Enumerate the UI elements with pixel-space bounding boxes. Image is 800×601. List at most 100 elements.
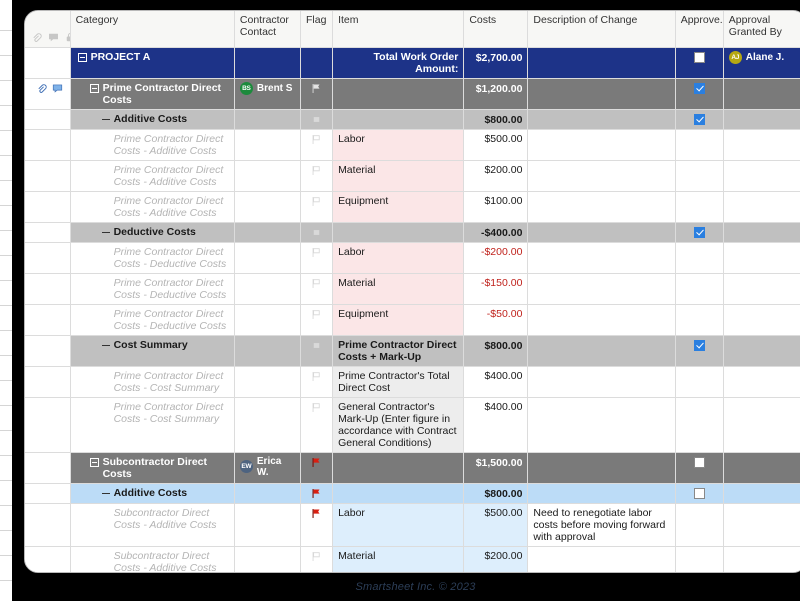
cell-description-of-change[interactable] [528,335,675,366]
flag-icon[interactable] [306,401,327,413]
cell-description-of-change[interactable] [528,109,675,129]
cell-contractor-contact[interactable] [234,397,300,452]
cell-approval-granted-by[interactable] [723,160,800,191]
cell-category[interactable]: Prime Contractor Direct Costs - Additive… [70,160,234,191]
cell-description-of-change[interactable] [528,160,675,191]
cell-category[interactable]: PROJECT A [70,47,234,78]
cell-costs[interactable]: $200.00 [464,160,528,191]
table-row[interactable]: Subcontractor Direct Costs - Additive Co… [25,503,800,546]
cell-costs[interactable]: $1,500.00 [464,452,528,483]
row-gutter-cell[interactable] [25,160,70,191]
cell-flag[interactable] [301,366,333,397]
cell-category[interactable]: Prime Contractor Direct Costs - Additive… [70,129,234,160]
cell-flag[interactable] [301,47,333,78]
cell-approval-granted-by[interactable] [723,366,800,397]
cell-costs[interactable]: $100.00 [464,191,528,222]
cell-flag[interactable] [301,503,333,546]
row-gutter-cell[interactable] [25,47,70,78]
row-gutter-cell[interactable] [25,109,70,129]
column-header-contractor-contact[interactable]: Contractor Contact [234,11,300,47]
attachment-icon[interactable] [31,32,42,43]
row-gutter-cell[interactable] [25,191,70,222]
cell-costs[interactable]: $400.00 [464,397,528,452]
table-row[interactable]: Subcontractor Direct Costs - Additive Co… [25,546,800,573]
flag-icon[interactable] [306,308,327,320]
cell-flag[interactable] [301,273,333,304]
table-row[interactable]: Prime Contractor Direct Costs - Cost Sum… [25,397,800,452]
cell-description-of-change[interactable] [528,546,675,573]
lock-icon[interactable] [65,32,70,43]
cell-description-of-change[interactable] [528,366,675,397]
cell-approved[interactable] [675,397,723,452]
table-row[interactable]: PROJECT ATotal Work Order Amount:$2,700.… [25,47,800,78]
flag-icon[interactable] [306,195,327,207]
cell-description-of-change[interactable] [528,304,675,335]
row-gutter-cell[interactable] [25,483,70,503]
cell-description-of-change[interactable]: Need to renegotiate labor costs before m… [528,503,675,546]
column-header-approval-granted-by[interactable]: Approval Granted By [723,11,800,47]
collapse-toggle-icon[interactable] [102,115,110,124]
cell-contractor-contact[interactable] [234,366,300,397]
cell-costs[interactable]: $200.00 [464,546,528,573]
row-gutter-cell[interactable] [25,242,70,273]
cell-approval-granted-by[interactable] [723,191,800,222]
row-gutter-cell[interactable] [25,397,70,452]
flag-icon[interactable] [306,550,327,562]
cell-contractor-contact[interactable] [234,242,300,273]
cell-contractor-contact[interactable] [234,160,300,191]
row-gutter-cell[interactable] [25,78,70,109]
cell-approved[interactable] [675,304,723,335]
cell-costs[interactable]: $1,200.00 [464,78,528,109]
cell-category[interactable]: Subcontractor Direct Costs - Additive Co… [70,546,234,573]
cell-item[interactable]: Total Work Order Amount: [333,47,464,78]
column-header-description[interactable]: Description of Change [528,11,675,47]
contact-chip[interactable]: EWErica W. [240,456,295,478]
cell-approval-granted-by[interactable] [723,397,800,452]
cell-approved[interactable] [675,191,723,222]
cell-item[interactable] [333,109,464,129]
cell-flag[interactable] [301,546,333,573]
cell-flag[interactable] [301,452,333,483]
flag-icon[interactable] [306,487,327,499]
cell-contractor-contact[interactable] [234,304,300,335]
cell-approval-granted-by[interactable] [723,129,800,160]
cell-contractor-contact[interactable] [234,483,300,503]
cell-description-of-change[interactable] [528,242,675,273]
row-gutter-cell[interactable] [25,129,70,160]
column-header-category[interactable]: Category [70,11,234,47]
cell-description-of-change[interactable] [528,47,675,78]
cell-contractor-contact[interactable] [234,335,300,366]
cell-approved[interactable] [675,546,723,573]
collapse-toggle-icon[interactable] [90,84,99,93]
cell-flag[interactable] [301,191,333,222]
cell-costs[interactable]: -$50.00 [464,304,528,335]
cell-item[interactable]: Prime Contractor Direct Costs + Mark-Up [333,335,464,366]
approved-checkbox[interactable] [694,227,705,238]
flag-icon[interactable] [306,339,327,351]
cell-costs[interactable]: $400.00 [464,366,528,397]
table-row[interactable]: Subcontractor Direct CostsEWErica W.$1,5… [25,452,800,483]
cell-flag[interactable] [301,222,333,242]
table-row[interactable]: Additive Costs$800.00 [25,483,800,503]
row-gutter-cell[interactable] [25,546,70,573]
cell-description-of-change[interactable] [528,129,675,160]
cell-contractor-contact[interactable]: EWErica W. [234,452,300,483]
flag-icon[interactable] [306,133,327,145]
cell-contractor-contact[interactable] [234,546,300,573]
cell-category[interactable]: Prime Contractor Direct Costs - Deductiv… [70,273,234,304]
cell-description-of-change[interactable] [528,397,675,452]
cell-item[interactable] [333,78,464,109]
cell-approval-granted-by[interactable] [723,109,800,129]
cell-approval-granted-by[interactable] [723,452,800,483]
flag-icon[interactable] [306,113,327,125]
cell-costs[interactable]: -$400.00 [464,222,528,242]
flag-icon[interactable] [306,277,327,289]
approved-checkbox[interactable] [694,114,705,125]
cell-approved[interactable] [675,109,723,129]
cell-approved[interactable] [675,483,723,503]
cell-category[interactable]: Additive Costs [70,109,234,129]
cell-flag[interactable] [301,109,333,129]
cell-category[interactable]: Prime Contractor Direct Costs [70,78,234,109]
cell-approved[interactable] [675,273,723,304]
cell-approval-granted-by[interactable] [723,222,800,242]
